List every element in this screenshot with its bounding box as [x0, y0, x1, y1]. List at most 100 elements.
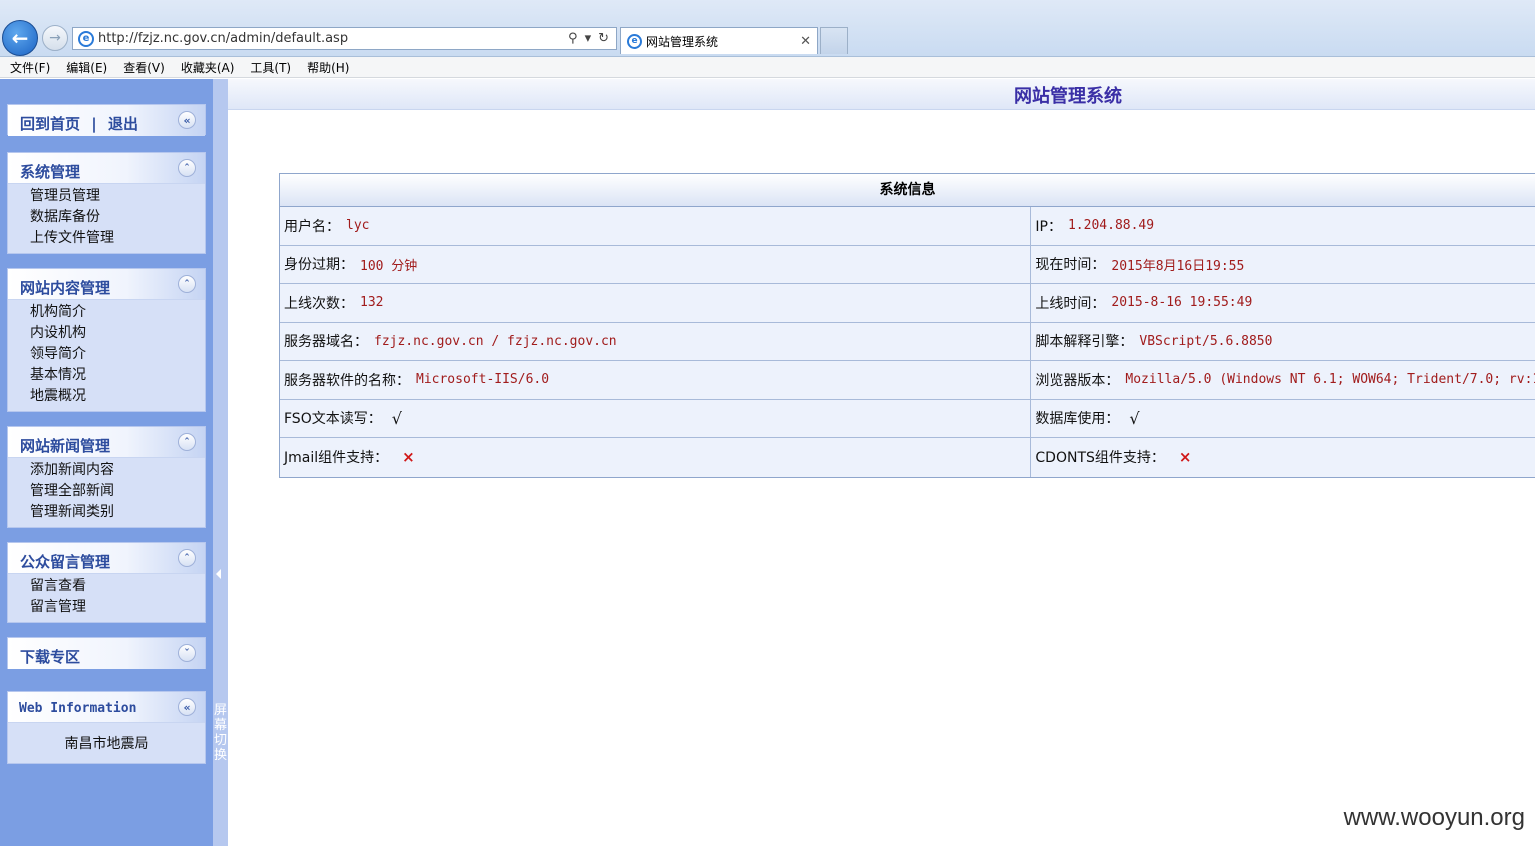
menu-file[interactable]: 文件(F) [10, 59, 50, 76]
menu-link[interactable]: 管理员管理 [30, 186, 205, 207]
browser-chrome: ← → e http://fzjz.nc.gov.cn/admin/defaul… [0, 0, 1535, 57]
info-label: 上线时间： [1035, 295, 1106, 312]
menu-link[interactable]: 留言查看 [30, 576, 205, 597]
menu-link[interactable]: 数据库备份 [30, 207, 205, 228]
new-tab-button[interactable] [820, 27, 848, 54]
menu-view[interactable]: 查看(V) [123, 59, 165, 76]
menu-link[interactable]: 基本情况 [30, 365, 205, 386]
menu-link[interactable]: 地震概况 [30, 386, 205, 407]
main-frame: 网站管理系统 系统信息 用户名： lyc IP： 1.204.88.49 身份过期： 10… [228, 79, 1535, 846]
info-label: 浏览器版本： [1035, 372, 1120, 389]
dropdown-icon[interactable]: ▾ [585, 31, 592, 46]
menu-link[interactable]: 管理全部新闻 [30, 481, 205, 502]
menu-link[interactable]: 内设机构 [30, 323, 205, 344]
search-icon[interactable]: ⚲ [568, 31, 578, 46]
back-button[interactable]: ← [2, 20, 38, 56]
table-row: 身份过期： 100 分钟 现在时间： 2015年8月16日19:55 [280, 245, 1535, 284]
panel-body: 机构简介 内设机构 领导简介 基本情况 地震概况 [8, 300, 205, 411]
table-row: 用户名： lyc IP： 1.204.88.49 [280, 207, 1535, 246]
home-link[interactable]: 回到首页 [20, 115, 80, 133]
collapse-up-icon[interactable]: ˆ [178, 549, 196, 567]
sidebar: 回到首页 | 退出 « 系统管理 ˆ 管理员管理 数据库备份 上传文件管理 网站… [0, 79, 213, 846]
info-label: 脚本解释引擎： [1035, 334, 1134, 351]
panel-title: 网站内容管理 [20, 279, 111, 297]
info-value: Microsoft-IIS/6.0 [416, 372, 550, 388]
collapse-up-icon[interactable]: ˆ [178, 159, 196, 177]
table-row: 服务器软件的名称： Microsoft-IIS/6.0 浏览器版本： Mozilla/… [280, 361, 1535, 400]
collapse-left-icon[interactable]: « [178, 111, 196, 129]
menu-tools[interactable]: 工具(T) [250, 59, 291, 76]
forward-button[interactable]: → [42, 25, 68, 51]
panel-title: 公众留言管理 [20, 553, 111, 571]
table-row: 服务器域名： fzjz.nc.gov.cn / fzjz.nc.gov.cn 脚本解… [280, 322, 1535, 361]
panel-header[interactable]: Web Information « [8, 692, 205, 723]
frame-splitter[interactable]: 屏幕切换 [213, 79, 228, 846]
info-label: 用户名： [284, 218, 340, 235]
menu-link[interactable]: 管理新闻类别 [30, 502, 205, 523]
triangle-left-icon[interactable] [216, 569, 221, 579]
panel-header[interactable]: 网站新闻管理 ˆ [8, 427, 205, 458]
table-cell: 服务器软件的名称： Microsoft-IIS/6.0 [280, 361, 1032, 399]
collapse-up-icon[interactable]: ˆ [178, 433, 196, 451]
info-value: 100 分钟 [360, 258, 418, 274]
panel-title: 网站新闻管理 [20, 437, 111, 455]
info-label: 服务器域名： [284, 334, 368, 351]
browser-tab[interactable]: e 网站管理系统 ✕ [620, 27, 818, 54]
info-value: lyc [346, 218, 370, 234]
panel-header[interactable]: 系统管理 ˆ [8, 153, 205, 184]
address-url[interactable]: http://fzjz.nc.gov.cn/admin/default.asp [98, 31, 568, 46]
info-value: VBScript/5.6.8850 [1139, 333, 1273, 349]
info-label: 服务器软件的名称： [284, 372, 410, 389]
menu-help[interactable]: 帮助(H) [307, 59, 349, 76]
table-cell: CDONTS组件支持： × [1031, 438, 1535, 477]
info-label: IP： [1035, 218, 1062, 235]
table-cell: FSO文本读写： √ [280, 399, 1032, 437]
arrow-right-icon: → [49, 30, 61, 46]
menu-link[interactable]: 上传文件管理 [30, 228, 205, 249]
link-separator: | [91, 115, 97, 133]
table-cell: IP： 1.204.88.49 [1031, 207, 1535, 245]
info-value: fzjz.nc.gov.cn / fzjz.nc.gov.cn [374, 333, 617, 349]
menu-edit[interactable]: 编辑(E) [66, 59, 107, 76]
table-cell: 身份过期： 100 分钟 [280, 245, 1032, 283]
table-body: 用户名： lyc IP： 1.204.88.49 身份过期： 100 分钟 现在时间： 201… [280, 207, 1535, 477]
menu-link[interactable]: 添加新闻内容 [30, 460, 205, 481]
panel-title: Web Information [19, 701, 137, 716]
refresh-icon[interactable]: ↻ [598, 31, 609, 46]
panel-downloads: 下载专区 ˇ [7, 637, 206, 669]
menu-link[interactable]: 领导简介 [30, 344, 205, 365]
table-cell: 上线次数： 132 [280, 284, 1032, 322]
main-header: 网站管理系统 [228, 79, 1535, 110]
watermark: www.wooyun.org [1343, 804, 1525, 831]
check-icon: √ [1129, 408, 1140, 428]
panel-title: 下载专区 [20, 648, 81, 666]
ie-icon: e [627, 33, 642, 49]
table-cell: 上线时间： 2015-8-16 19:55:49 [1031, 284, 1535, 322]
panel-body: 添加新闻内容 管理全部新闻 管理新闻类别 [8, 458, 205, 527]
logout-link[interactable]: 退出 [108, 115, 138, 133]
expand-down-icon[interactable]: ˇ [178, 644, 196, 662]
screen-switch-label[interactable]: 屏幕切换 [214, 703, 228, 763]
info-label: Jmail组件支持： [284, 450, 389, 467]
info-label: 身份过期： [284, 257, 354, 274]
address-bar[interactable]: e http://fzjz.nc.gov.cn/admin/default.as… [72, 27, 617, 50]
collapse-up-icon[interactable]: ˆ [178, 275, 196, 293]
menu-favorites[interactable]: 收藏夹(A) [181, 59, 235, 76]
panel-title: 系统管理 [20, 163, 81, 181]
panel-header[interactable]: 下载专区 ˇ [8, 638, 205, 669]
collapse-left-icon[interactable]: « [178, 698, 196, 716]
table-title: 系统信息 [280, 174, 1535, 207]
table-cell: 现在时间： 2015年8月16日19:55 [1031, 246, 1535, 284]
panel-system: 系统管理 ˆ 管理员管理 数据库备份 上传文件管理 [7, 152, 206, 254]
panel-header[interactable]: 公众留言管理 ˆ [8, 543, 205, 574]
info-value: 2015-8-16 19:55:49 [1111, 295, 1253, 311]
ie-icon: e [78, 30, 94, 47]
menu-link[interactable]: 留言管理 [30, 597, 205, 618]
table-row: FSO文本读写： √ 数据库使用： √ [280, 399, 1535, 438]
info-label: FSO文本读写： [284, 411, 382, 428]
panel-header[interactable]: 网站内容管理 ˆ [8, 269, 205, 300]
menu-link[interactable]: 机构简介 [30, 302, 205, 323]
table-cell: 服务器域名： fzjz.nc.gov.cn / fzjz.nc.gov.cn [280, 322, 1032, 360]
close-icon[interactable]: ✕ [800, 34, 811, 49]
panel-body: 留言查看 留言管理 [8, 574, 205, 622]
